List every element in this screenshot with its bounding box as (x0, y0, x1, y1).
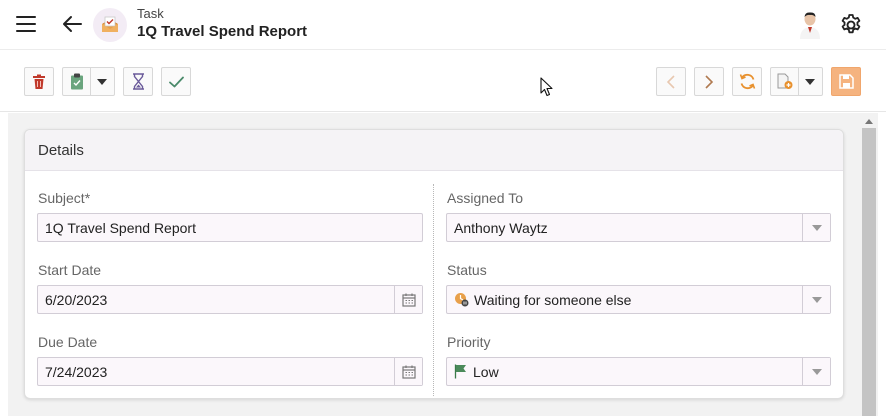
mouse-cursor-icon (540, 77, 553, 97)
new-document-button[interactable] (771, 68, 799, 95)
toolbar (0, 50, 886, 112)
waiting-status-icon (455, 293, 469, 307)
start-date-input[interactable]: 6/20/2023 (37, 285, 423, 314)
status-label: Status (447, 262, 487, 278)
start-date-value: 6/20/2023 (45, 291, 108, 308)
due-date-value: 7/24/2023 (45, 363, 108, 380)
delete-button[interactable] (24, 67, 54, 96)
refresh-button[interactable] (732, 67, 762, 96)
scroll-up-arrow[interactable] (862, 114, 876, 128)
delete-icon (33, 74, 45, 89)
start-date-picker-button[interactable] (394, 286, 422, 313)
status-value: Waiting for someone else (474, 291, 632, 308)
priority-value: Low (473, 363, 499, 380)
details-header: Details (25, 130, 843, 171)
clipboard-icon (70, 73, 83, 90)
save-icon (838, 74, 854, 89)
details-title: Details (38, 142, 84, 159)
due-date-input[interactable]: 7/24/2023 (37, 357, 423, 386)
due-date-picker-button[interactable] (394, 358, 422, 385)
due-date-label: Due Date (38, 334, 98, 350)
caret-down-icon (97, 78, 107, 85)
status-dropdown[interactable] (802, 286, 830, 313)
new-document-dropdown[interactable] (799, 68, 821, 95)
previous-button[interactable] (656, 67, 686, 96)
gear-icon[interactable] (839, 13, 863, 37)
previous-icon (667, 74, 675, 89)
back-arrow-icon[interactable] (61, 13, 83, 35)
clipboard-split-button[interactable] (62, 67, 115, 96)
next-icon (705, 74, 713, 89)
clipboard-dropdown[interactable] (91, 68, 113, 95)
calendar-icon (401, 365, 416, 379)
caret-down-icon (805, 78, 815, 85)
defer-button[interactable] (123, 67, 153, 96)
subject-label: Subject* (38, 190, 91, 206)
caret-down-icon (811, 368, 822, 375)
start-date-label: Start Date (38, 262, 102, 278)
caret-down-icon (811, 224, 822, 231)
priority-select[interactable]: Low (446, 357, 831, 386)
subject-value: 1Q Travel Spend Report (45, 219, 196, 236)
calendar-icon (401, 293, 416, 307)
task-icon (93, 8, 127, 42)
save-button[interactable] (831, 67, 861, 96)
scroll-up-icon (865, 118, 873, 124)
checkmark-icon (168, 76, 184, 87)
priority-label: Priority (447, 334, 491, 350)
caret-down-icon (811, 296, 822, 303)
assigned-to-dropdown[interactable] (802, 214, 830, 241)
details-card: Details Subject* 1Q Travel Spend Report … (24, 129, 844, 399)
subject-input[interactable]: 1Q Travel Spend Report (37, 213, 423, 242)
new-document-icon (777, 73, 792, 89)
record-type: Task (137, 6, 164, 21)
next-button[interactable] (694, 67, 724, 96)
app-header: Task 1Q Travel Spend Report (0, 0, 886, 50)
assigned-to-select[interactable]: Anthony Waytz (446, 213, 831, 242)
new-document-split-button[interactable] (770, 67, 823, 96)
column-divider (433, 184, 434, 396)
page-title: 1Q Travel Spend Report (137, 23, 308, 40)
priority-dropdown[interactable] (802, 358, 830, 385)
assigned-to-value: Anthony Waytz (454, 219, 548, 236)
header-title-group: Task 1Q Travel Spend Report (137, 6, 307, 42)
status-select[interactable]: Waiting for someone else (446, 285, 831, 314)
scrollbar-thumb[interactable] (862, 128, 876, 416)
menu-icon[interactable] (16, 16, 36, 32)
avatar[interactable] (797, 11, 823, 39)
mark-complete-button[interactable] (161, 67, 191, 96)
clipboard-button[interactable] (63, 68, 91, 95)
flag-icon (454, 364, 466, 379)
refresh-icon (739, 73, 755, 90)
assigned-to-label: Assigned To (447, 190, 524, 206)
hourglass-icon (132, 73, 144, 90)
